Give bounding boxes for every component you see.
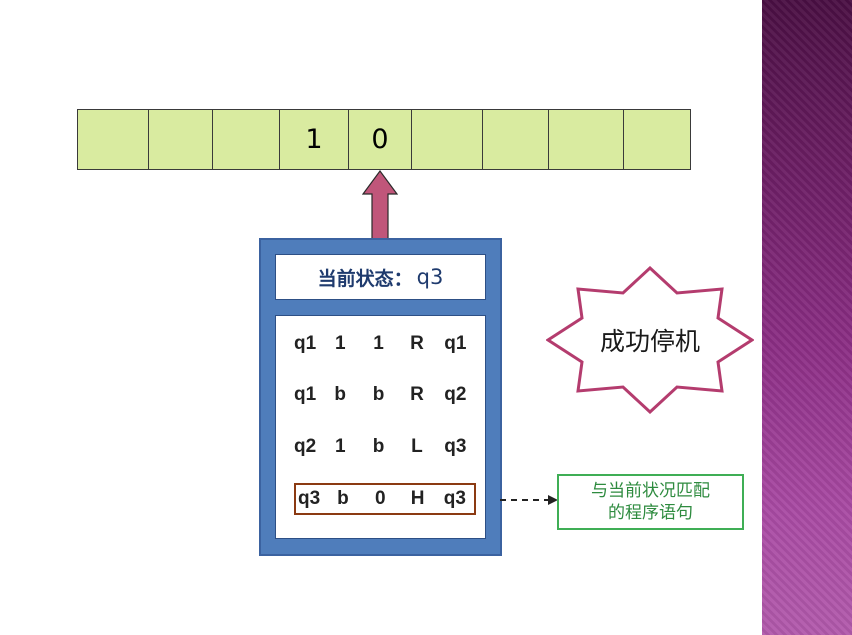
rule-read: 1	[334, 333, 346, 354]
tape-cell	[624, 110, 690, 169]
rule-write: b	[372, 436, 385, 457]
rule-table: q1 1 1 R q1 q1 b b R q2 q2 1 b L q3 q3 b…	[275, 315, 486, 539]
rule-next-state: q3	[443, 488, 466, 509]
rule-move: H	[410, 488, 425, 509]
current-state-label: 当前状态：	[317, 267, 413, 290]
head-pointer-arrow-icon	[362, 170, 398, 242]
turing-tape: 1 0	[77, 109, 691, 170]
slide: 1 0 当前状态： q3 q1 1 1 R q1 q1 b b R q2 q2 …	[0, 0, 852, 635]
rule-row: q2 1 b L q3	[294, 432, 475, 462]
rule-read: b	[337, 488, 349, 509]
rule-move: R	[410, 333, 424, 354]
note-line-1: 与当前状况匹配	[591, 481, 710, 501]
tape-cell	[549, 110, 624, 169]
rule-state: q1	[294, 384, 317, 405]
rule-move: L	[411, 436, 423, 457]
rule-row-highlighted: q3 b 0 H q3	[294, 483, 476, 515]
rule-write: b	[372, 384, 385, 405]
rule-write: 1	[373, 333, 384, 354]
machine-panel: 当前状态： q3 q1 1 1 R q1 q1 b b R q2 q2 1 b	[259, 238, 502, 556]
rule-write: 0	[374, 488, 386, 509]
dashed-arrow-icon	[500, 495, 558, 505]
rule-state: q1	[294, 333, 317, 354]
rule-next-state: q1	[444, 333, 467, 354]
current-state-box: 当前状态： q3	[275, 254, 486, 300]
decorative-side-stripe	[762, 0, 852, 635]
rule-row: q1 1 1 R q1	[294, 329, 475, 359]
tape-cell: 1	[280, 110, 349, 169]
note-line-2: 的程序语句	[608, 503, 693, 523]
halt-message: 成功停机	[599, 327, 700, 356]
rule-next-state: q2	[444, 384, 467, 405]
tape-cell	[213, 110, 280, 169]
rule-state: q3	[298, 488, 321, 509]
rule-read: 1	[334, 436, 346, 457]
rule-state: q2	[294, 436, 317, 457]
rule-row: q1 b b R q2	[294, 380, 475, 410]
rule-read: b	[334, 384, 347, 405]
current-state-value: q3	[416, 265, 444, 289]
rule-next-state: q3	[444, 436, 467, 457]
rule-move: R	[410, 384, 424, 405]
tape-cell	[149, 110, 213, 169]
tape-cell	[412, 110, 483, 169]
matching-rule-note: 与当前状况匹配 的程序语句	[557, 474, 744, 530]
tape-cell-head: 0	[349, 110, 412, 169]
tape-cell	[78, 110, 149, 169]
tape-cell	[483, 110, 549, 169]
